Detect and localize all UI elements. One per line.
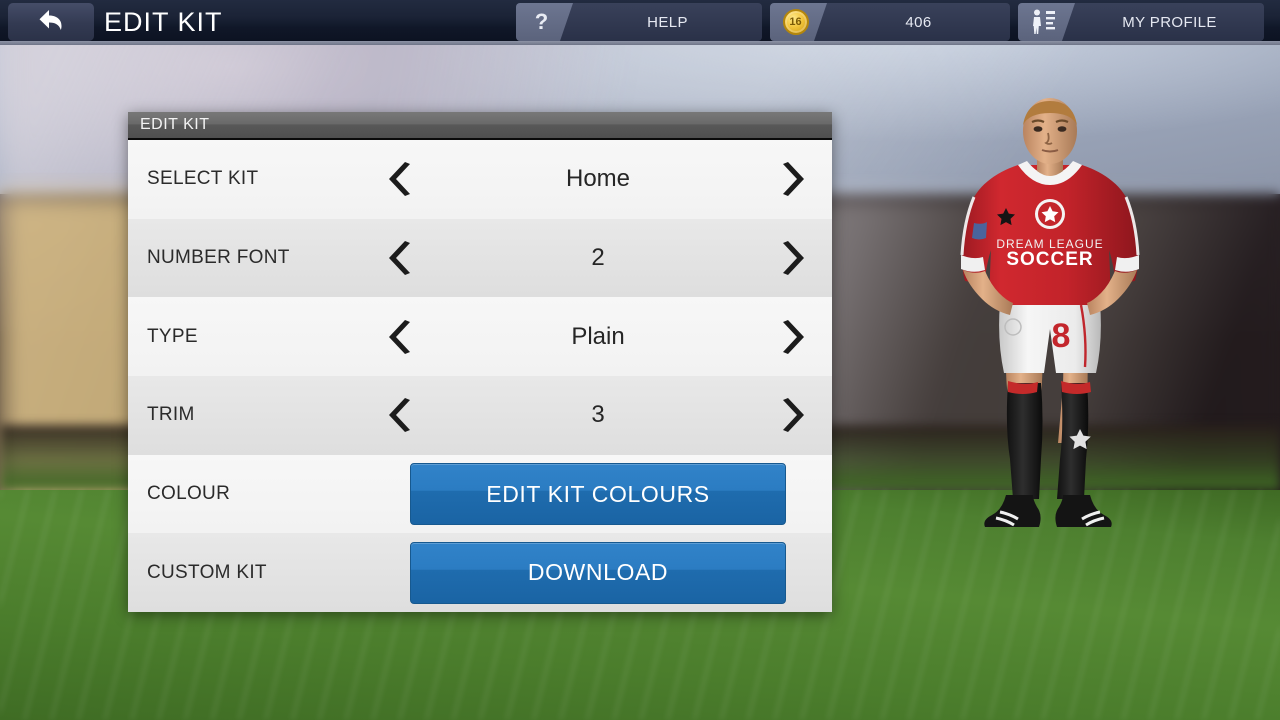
chevron-right-icon[interactable] — [774, 319, 808, 354]
chevron-left-icon[interactable] — [385, 241, 419, 276]
coin-balance-label: 406 — [813, 3, 1010, 41]
row-label-custom-kit: CUSTOM KIT — [147, 561, 267, 583]
back-button[interactable] — [8, 3, 94, 41]
coins-button[interactable]: 16 406 — [770, 3, 1010, 41]
shorts-number: 8 — [1052, 317, 1071, 355]
player-kit-preview: 8 DREAM LEAGUE SOCCER — [930, 95, 1170, 625]
page-title: EDIT KIT — [104, 7, 223, 37]
my-profile-button[interactable]: MY PROFILE — [1018, 3, 1264, 41]
chevron-left-icon[interactable] — [385, 162, 419, 197]
table-row: NUMBER FONT 2 — [128, 218, 832, 298]
chevron-left-icon[interactable] — [385, 319, 419, 354]
back-button-plate — [8, 3, 94, 41]
help-button[interactable]: ? HELP — [516, 3, 762, 41]
row-label-number-font: NUMBER FONT — [147, 247, 290, 269]
table-row: SELECT KIT Home — [128, 140, 832, 219]
help-button-label: HELP — [559, 3, 762, 41]
chevron-right-icon[interactable] — [774, 398, 808, 433]
row-label-type: TYPE — [147, 325, 198, 347]
row-label-trim: TRIM — [147, 404, 195, 426]
row-value-select-kit: Home — [565, 165, 631, 193]
chevron-right-icon[interactable] — [774, 162, 808, 197]
my-profile-label: MY PROFILE — [1061, 3, 1264, 41]
row-value-type: Plain — [571, 322, 625, 350]
shirt-text-line2: SOCCER — [1006, 249, 1093, 270]
table-row: TRIM 3 — [128, 376, 832, 455]
back-arrow-icon — [36, 7, 66, 38]
edit-kit-colours-button[interactable]: EDIT KIT COLOURS — [410, 463, 786, 526]
table-row: CUSTOM KIT DOWNLOAD — [128, 533, 832, 613]
download-button[interactable]: DOWNLOAD — [410, 541, 786, 604]
row-value-number-font: 2 — [591, 244, 605, 272]
table-row: TYPE Plain — [128, 297, 832, 377]
chevron-right-icon[interactable] — [774, 241, 808, 276]
top-navigation-bar: EDIT KIT ? HELP 16 406 MY PROFILE — [0, 0, 1280, 45]
panel-title: EDIT KIT — [140, 116, 210, 133]
row-label-select-kit: SELECT KIT — [147, 168, 259, 190]
panel-titlebar: EDIT KIT — [128, 112, 832, 140]
edit-kit-panel: EDIT KIT SELECT KIT Home NUMBER FONT 2 T… — [128, 112, 832, 613]
row-value-trim: 3 — [591, 401, 605, 429]
chevron-left-icon[interactable] — [385, 398, 419, 433]
table-row: COLOUR EDIT KIT COLOURS — [128, 454, 832, 534]
row-label-colour: COLOUR — [147, 483, 231, 505]
